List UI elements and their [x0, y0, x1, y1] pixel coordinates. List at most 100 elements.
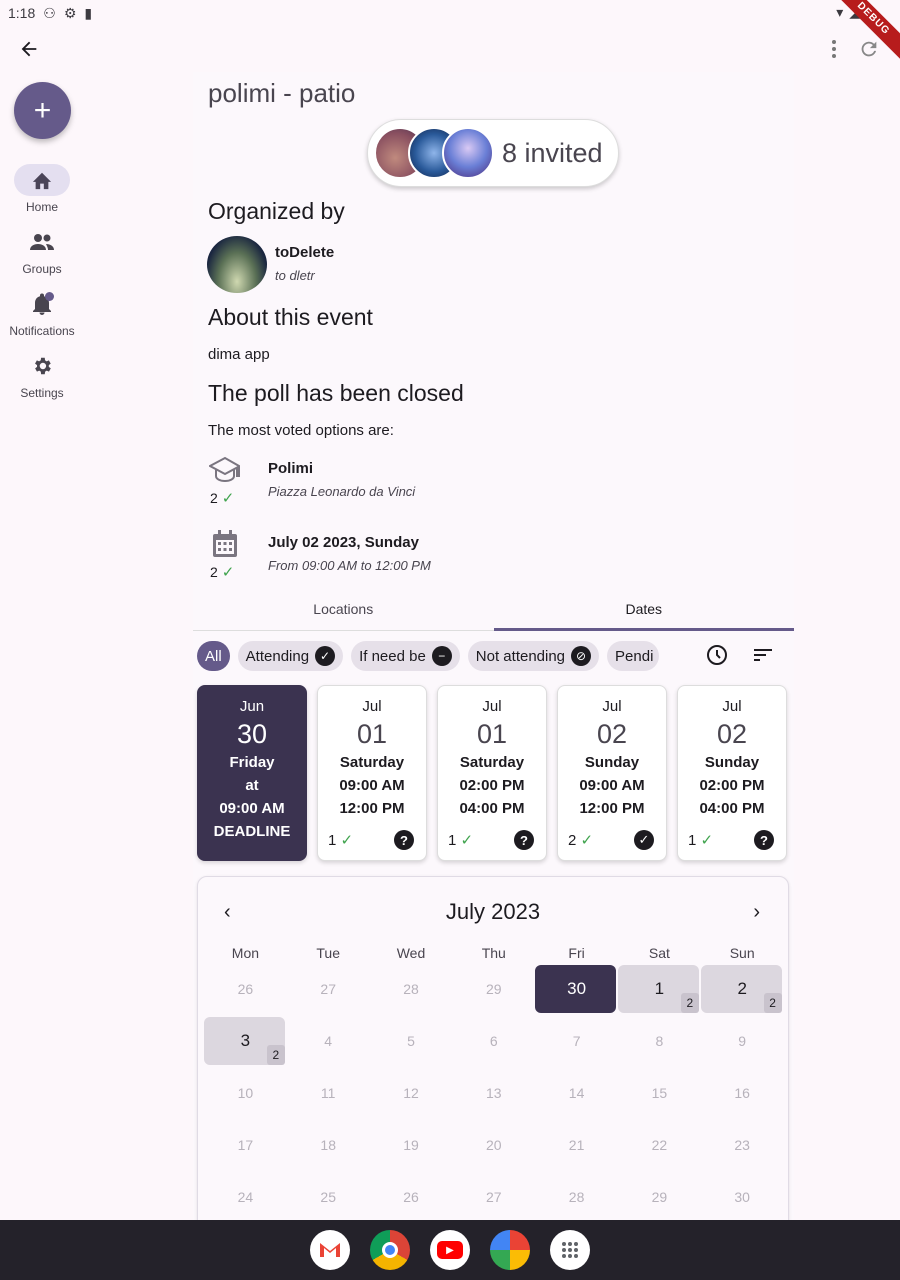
apps-icon[interactable]: [550, 1230, 590, 1270]
calendar-day[interactable]: 29: [618, 1171, 701, 1220]
filter-chip-pending[interactable]: Pendi: [607, 641, 660, 671]
calendar-day[interactable]: 15: [618, 1067, 701, 1119]
help-icon[interactable]: ?: [754, 830, 774, 850]
help-icon[interactable]: ?: [514, 830, 534, 850]
calendar-day[interactable]: 21: [535, 1119, 618, 1171]
calendar-day[interactable]: 4: [287, 1015, 370, 1067]
calendar-day[interactable]: 23: [701, 1119, 784, 1171]
calendar-day[interactable]: 7: [535, 1015, 618, 1067]
calendar-day[interactable]: 26: [370, 1171, 453, 1220]
date-cards-row: Jun 30 Friday at 09:00 AM DEADLINE Jul 0…: [197, 685, 787, 861]
option-date-subtitle: From 09:00 AM to 12:00 PM: [268, 558, 431, 573]
calendar-day[interactable]: 30: [535, 963, 618, 1015]
card-end-time: 12:00 PM: [579, 800, 645, 817]
calendar-day[interactable]: 29: [452, 963, 535, 1015]
option-vote-count: 2 ✓: [210, 563, 234, 581]
card-month: Jun: [239, 698, 265, 715]
calendar-day[interactable]: 16: [701, 1067, 784, 1119]
youtube-icon[interactable]: ▶: [430, 1230, 470, 1270]
rail-item-home[interactable]: Home: [0, 164, 84, 214]
refresh-button[interactable]: [856, 36, 882, 62]
filter-chip-attending[interactable]: Attending ✓: [237, 641, 344, 671]
chrome-icon[interactable]: [370, 1230, 410, 1270]
youtube-play-icon: ▶: [437, 1241, 463, 1259]
card-weekday: Friday: [229, 754, 275, 771]
calendar-day[interactable]: 12: [370, 1067, 453, 1119]
calendar-day[interactable]: 27: [287, 963, 370, 1015]
calendar-day[interactable]: 28: [370, 963, 453, 1015]
calendar-day[interactable]: 10: [204, 1067, 287, 1119]
option-count-value: 2: [210, 490, 218, 506]
photos-icon[interactable]: [490, 1230, 530, 1270]
sd-card-icon: ▮: [84, 4, 93, 21]
calendar-day[interactable]: 13: [452, 1067, 535, 1119]
calendar-day[interactable]: 14: [535, 1067, 618, 1119]
calendar-day[interactable]: 12: [617, 963, 701, 1015]
create-event-fab[interactable]: +: [14, 82, 71, 139]
calendar-day[interactable]: 26: [204, 963, 287, 1015]
tab-dates[interactable]: Dates: [493, 587, 795, 631]
calendar-day[interactable]: 32: [204, 1015, 287, 1067]
calendar-day[interactable]: 5: [370, 1015, 453, 1067]
calendar-day[interactable]: 6: [452, 1015, 535, 1067]
filter-chip-if-need-be[interactable]: If need be −: [351, 641, 460, 671]
usb-debug-icon: ⚇: [43, 4, 56, 21]
calendar-day[interactable]: 24: [204, 1171, 287, 1220]
sort-icon[interactable]: [751, 643, 775, 667]
calendar-day[interactable]: 11: [287, 1067, 370, 1119]
chevron-right-icon[interactable]: ›: [753, 901, 760, 924]
organizer-name: toDelete: [275, 244, 335, 261]
calendar-day[interactable]: 20: [452, 1119, 535, 1171]
card-month: Jul: [722, 698, 742, 715]
rail-item-groups[interactable]: Groups: [0, 226, 84, 276]
calendar-day[interactable]: 22: [700, 963, 784, 1015]
card-end-time: 04:00 PM: [459, 800, 525, 817]
calendar-day[interactable]: 9: [701, 1015, 784, 1067]
calendar-day[interactable]: 30: [701, 1171, 784, 1220]
calendar-day[interactable]: 25: [287, 1171, 370, 1220]
calendar-day[interactable]: 22: [618, 1119, 701, 1171]
card-day: 02: [596, 719, 628, 749]
filter-chip-label: Pendi: [615, 647, 654, 665]
arrow-back-icon: [21, 41, 37, 57]
tab-locations[interactable]: Locations: [193, 587, 494, 630]
option-vote-count: 2 ✓: [210, 489, 234, 507]
more-vert-icon: [832, 40, 836, 58]
clock-icon[interactable]: [705, 643, 729, 667]
calendar-day[interactable]: 8: [618, 1015, 701, 1067]
card-line: DEADLINE: [213, 823, 291, 840]
help-icon[interactable]: ?: [394, 830, 414, 850]
rail-item-notifications[interactable]: Notifications: [0, 288, 84, 338]
calendar-day-number: 27: [320, 981, 336, 997]
date-option-card[interactable]: Jul 01 Saturday 09:00 AM 12:00 PM 1 ✓ ?: [317, 685, 427, 861]
calendar-day-number: 8: [655, 1033, 664, 1049]
card-end-time: 04:00 PM: [699, 800, 765, 817]
about-text: dima app: [208, 346, 270, 363]
gear-icon: [35, 357, 51, 375]
check-circle-icon[interactable]: ✓: [634, 830, 654, 850]
calendar-day[interactable]: 19: [370, 1119, 453, 1171]
calendar-day[interactable]: 18: [287, 1119, 370, 1171]
organizer-avatar[interactable]: [207, 236, 267, 293]
plus-icon: +: [33, 93, 52, 127]
gmail-icon[interactable]: [310, 1230, 350, 1270]
date-option-card[interactable]: Jul 01 Saturday 02:00 PM 04:00 PM 1 ✓ ?: [437, 685, 547, 861]
invited-chip[interactable]: 8 invited: [367, 119, 619, 187]
calendar-weekday-header: Thu: [481, 945, 506, 961]
back-button[interactable]: [14, 34, 44, 64]
rail-item-settings[interactable]: Settings: [0, 350, 84, 400]
more-options-button[interactable]: [822, 36, 846, 62]
deadline-card[interactable]: Jun 30 Friday at 09:00 AM DEADLINE: [197, 685, 307, 861]
poll-closed-heading: The poll has been closed: [208, 380, 464, 406]
card-weekday: Sunday: [584, 754, 640, 771]
card-line: 09:00 AM: [219, 800, 285, 817]
date-option-card[interactable]: Jul 02 Sunday 02:00 PM 04:00 PM 1 ✓ ?: [677, 685, 787, 861]
card-end-time: 12:00 PM: [339, 800, 405, 817]
filter-chip-all[interactable]: All: [197, 641, 230, 671]
calendar-day[interactable]: 17: [204, 1119, 287, 1171]
filter-chip-not-attending[interactable]: Not attending ⊘: [467, 641, 600, 671]
date-option-card[interactable]: Jul 02 Sunday 09:00 AM 12:00 PM 2 ✓ ✓: [557, 685, 667, 861]
calendar-day[interactable]: 28: [535, 1171, 618, 1220]
calendar-day[interactable]: 27: [452, 1171, 535, 1220]
calendar-weekday-header: Sun: [729, 945, 755, 961]
